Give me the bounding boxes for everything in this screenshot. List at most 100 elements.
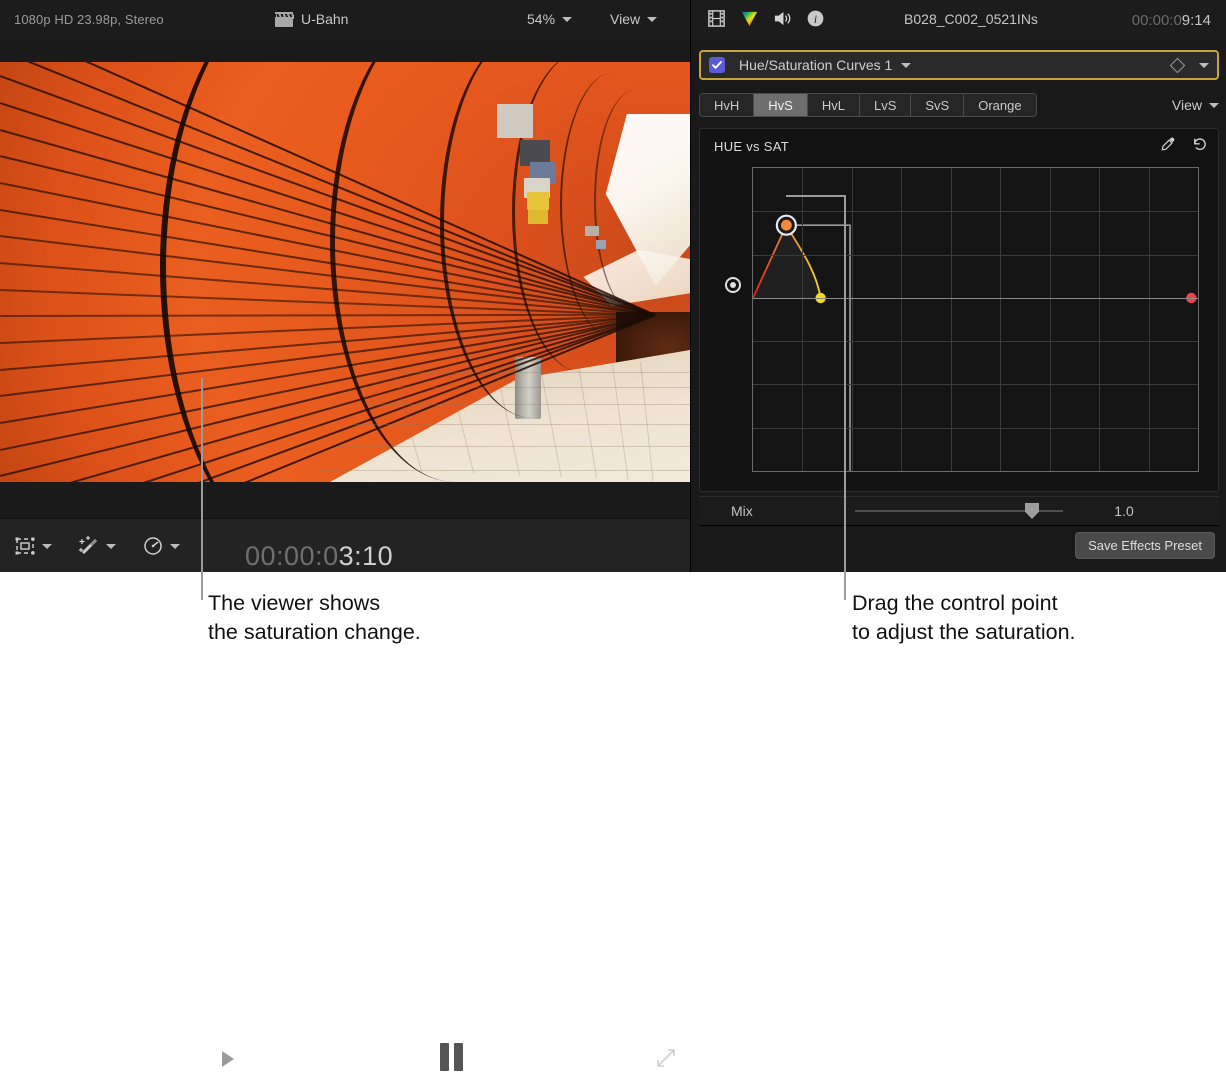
graph-gridline-vertical xyxy=(901,168,902,471)
viewer-topbar: 1080p HD 23.98p, Stereo U-Bahn 54% View xyxy=(0,0,690,40)
tab-label: LvS xyxy=(874,98,896,113)
reset-arrow-icon[interactable] xyxy=(1191,136,1208,158)
floor-tile-line xyxy=(320,470,690,471)
pause-bars-icon[interactable] xyxy=(440,1043,463,1071)
checkmark-icon xyxy=(711,59,723,71)
eyedropper-icon[interactable] xyxy=(1160,136,1177,158)
viewer-format-info: 1080p HD 23.98p, Stereo xyxy=(14,12,164,27)
play-icon[interactable] xyxy=(222,1051,234,1067)
tab-orange[interactable]: Orange xyxy=(964,94,1035,116)
curve-view-dropdown[interactable]: View xyxy=(1172,97,1219,113)
mix-value[interactable]: 1.0 xyxy=(1069,503,1179,519)
graph-gridline-vertical xyxy=(1149,168,1150,471)
curve-panel-tools xyxy=(1160,136,1208,158)
transform-tool-button[interactable] xyxy=(14,535,52,557)
tab-hvl[interactable]: HvL xyxy=(808,94,860,116)
graph-gridline-vertical xyxy=(1000,168,1001,471)
graph-gridline-horizontal xyxy=(753,384,1198,385)
tab-lvs[interactable]: LvS xyxy=(860,94,911,116)
tab-svs[interactable]: SvS xyxy=(911,94,964,116)
effect-header-row[interactable]: Hue/Saturation Curves 1 xyxy=(699,50,1219,80)
tab-label: HvL xyxy=(822,98,845,113)
viewer-view-label: View xyxy=(610,11,640,27)
floor-tile-line xyxy=(384,387,690,388)
enhance-tool-button[interactable] xyxy=(78,535,116,557)
curve-panel-title: HUE vs SAT xyxy=(714,139,789,154)
floor-tile-line xyxy=(352,424,690,425)
viewer-timecode[interactable]: 00:00:03:10 xyxy=(245,541,393,572)
expand-icon[interactable] xyxy=(655,1047,677,1069)
hue-vs-sat-panel: HUE vs SAT xyxy=(699,128,1219,492)
tab-hvs[interactable]: HvS xyxy=(754,94,808,116)
wall-sign xyxy=(596,240,606,249)
inspector-timecode-bright: 9:14 xyxy=(1182,12,1211,29)
effect-enabled-checkbox[interactable] xyxy=(709,57,725,73)
viewer-timecode-bright: 3:10 xyxy=(339,541,394,572)
graph-gridline-vertical xyxy=(1099,168,1100,471)
keyframe-diamond-icon[interactable] xyxy=(1170,57,1186,73)
viewer-canvas[interactable] xyxy=(0,62,690,482)
film-strip-icon[interactable] xyxy=(707,9,726,33)
inspector-topbar: i B028_C002_0521INs 00:00:09:14 xyxy=(691,0,1226,40)
transform-icon xyxy=(14,535,36,557)
tab-label: Orange xyxy=(978,98,1021,113)
target-dot-icon[interactable] xyxy=(725,277,741,293)
speaker-icon[interactable] xyxy=(773,9,792,33)
viewer-clip-group: U-Bahn xyxy=(275,11,348,27)
curve-mode-tabs: HvH HvS HvL LvS SvS Orange xyxy=(699,93,1037,117)
speedometer-icon xyxy=(142,535,164,557)
hue-vs-sat-curve[interactable] xyxy=(753,168,1198,471)
effect-name-label: Hue/Saturation Curves 1 xyxy=(739,57,892,73)
retime-tool-button[interactable] xyxy=(142,535,180,557)
viewer-bottom-toolbar: 00:00:03:10 xyxy=(0,518,690,572)
wall-sign xyxy=(585,226,599,236)
graph-baseline xyxy=(753,298,1198,299)
tab-label: HvH xyxy=(714,98,739,113)
chevron-down-icon xyxy=(1209,103,1219,108)
tab-label: SvS xyxy=(925,98,949,113)
chevron-down-icon xyxy=(170,544,180,549)
zoom-level-value: 54% xyxy=(527,11,555,27)
chevron-down-icon[interactable] xyxy=(1199,63,1209,68)
chevron-down-icon xyxy=(562,17,572,22)
hue-vs-sat-graph[interactable] xyxy=(752,167,1199,472)
wall-sign xyxy=(527,192,549,210)
graph-gridline-horizontal xyxy=(753,428,1198,429)
magic-wand-icon xyxy=(78,535,100,557)
callout-area xyxy=(0,572,1226,666)
viewer-pane: 1080p HD 23.98p, Stereo U-Bahn 54% View xyxy=(0,0,690,572)
inspector-icon-group: i xyxy=(707,9,825,33)
inspector-pane: i B028_C002_0521INs 00:00:09:14 Hue/Satu… xyxy=(690,0,1226,572)
inspector-clip-name: B028_C002_0521INs xyxy=(866,11,1076,27)
save-effects-preset-button[interactable]: Save Effects Preset xyxy=(1075,532,1215,559)
floor-tile-line xyxy=(368,404,690,405)
graph-gridline-horizontal xyxy=(753,255,1198,256)
tab-label: HvS xyxy=(768,98,793,113)
curve-shaded-region xyxy=(753,225,821,298)
graph-gridline-vertical xyxy=(951,168,952,471)
inspector-timecode: 00:00:09:14 xyxy=(1132,12,1211,29)
zoom-level-dropdown[interactable]: 54% xyxy=(527,11,572,27)
graph-gridline-horizontal xyxy=(753,341,1198,342)
curve-view-label: View xyxy=(1172,97,1202,113)
chevron-down-icon xyxy=(647,17,657,22)
wall-rib xyxy=(594,90,676,312)
graph-gridline-vertical xyxy=(1050,168,1051,471)
chevron-down-icon[interactable] xyxy=(901,63,911,68)
wall-sign xyxy=(528,210,548,224)
mix-row: Mix 1.0 xyxy=(699,496,1219,526)
floor-tile-line xyxy=(400,372,690,373)
clapper-icon xyxy=(275,12,293,27)
inspector-footer: Save Effects Preset xyxy=(691,526,1226,572)
inspector-timecode-dim: 00:00:0 xyxy=(1132,12,1182,29)
viewer-timecode-dim: 00:00:0 xyxy=(245,541,339,572)
viewer-view-dropdown[interactable]: View xyxy=(610,11,657,27)
curve-mode-tabs-row: HvH HvS HvL LvS SvS Orange View xyxy=(699,93,1219,117)
mix-slider-knob[interactable] xyxy=(1025,503,1039,519)
orange-control-point[interactable] xyxy=(781,220,792,231)
info-icon[interactable]: i xyxy=(806,9,825,33)
chevron-down-icon xyxy=(106,544,116,549)
mix-slider[interactable] xyxy=(849,501,1069,521)
tab-hvh[interactable]: HvH xyxy=(700,94,754,116)
color-triangle-icon[interactable] xyxy=(740,9,759,33)
